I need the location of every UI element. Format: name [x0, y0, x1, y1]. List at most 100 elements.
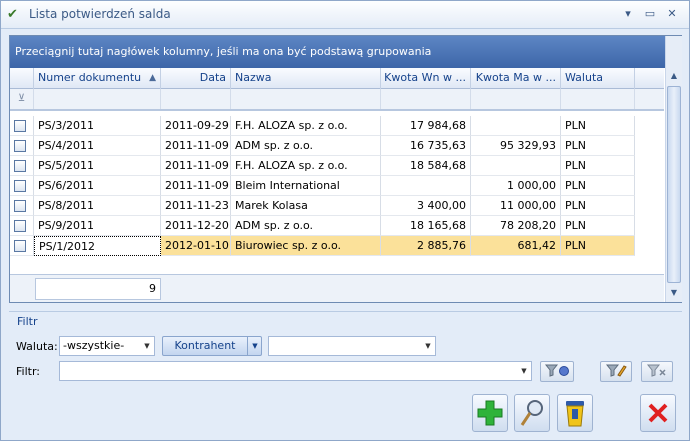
delete-button[interactable]: [557, 394, 593, 432]
filter-cell-data[interactable]: [161, 89, 231, 109]
auto-filter-row: ⊻: [10, 89, 664, 111]
header-kwota-ma[interactable]: Kwota Ma w ...: [471, 68, 561, 89]
waluta-select[interactable]: -wszystkie- ▼: [59, 336, 155, 356]
filter-apply-button[interactable]: [540, 361, 574, 382]
group-by-panel[interactable]: Przeciągnij tutaj nagłówek kolumny, jeśl…: [10, 36, 681, 68]
cell-kwota-ma: [471, 156, 561, 176]
table-row[interactable]: PS/6/2011 2011-11-09 Bleim International…: [10, 176, 664, 196]
preview-button[interactable]: [514, 394, 550, 432]
cell-nazwa: F.H. ALOZA sp. z o.o.: [231, 116, 381, 136]
documents-grid: Przeciągnij tutaj nagłówek kolumny, jeśl…: [9, 35, 682, 303]
waluta-value: -wszystkie-: [63, 339, 125, 352]
cell-data: 2011-11-09: [161, 156, 231, 176]
cell-data: 2011-11-23: [161, 196, 231, 216]
row-checkbox[interactable]: [14, 220, 26, 232]
header-numer-dokumentu[interactable]: Numer dokumentu ▲: [34, 68, 161, 89]
header-data[interactable]: Data: [161, 68, 231, 89]
table-row[interactable]: PS/9/2011 2011-12-20 ADM sp. z o.o. 18 1…: [10, 216, 664, 236]
cell-numer: PS/9/2011: [34, 216, 161, 236]
cell-kwota-wn: 2 885,76: [381, 236, 471, 256]
cell-data: 2011-11-09: [161, 136, 231, 156]
close-button[interactable]: ✕: [663, 6, 681, 22]
close-dialog-button[interactable]: [640, 394, 676, 432]
filtr-label: Filtr:: [16, 365, 40, 378]
cell-kwota-ma: [471, 116, 561, 136]
row-select-cell[interactable]: [10, 116, 34, 136]
row-select-cell[interactable]: [10, 136, 34, 156]
row-checkbox[interactable]: [14, 160, 26, 172]
header-select-column[interactable]: [10, 68, 34, 89]
header-label: Waluta: [565, 71, 603, 84]
waluta-label: Waluta:: [16, 340, 58, 353]
cell-nazwa: F.H. ALOZA sp. z o.o.: [231, 156, 381, 176]
row-checkbox[interactable]: [14, 120, 26, 132]
table-row[interactable]: PS/8/2011 2011-11-23 Marek Kolasa 3 400,…: [10, 196, 664, 216]
row-checkbox[interactable]: [14, 200, 26, 212]
header-label: Nazwa: [235, 71, 272, 84]
header-label: Numer dokumentu: [38, 71, 142, 84]
scroll-down-icon[interactable]: ▼: [667, 285, 681, 301]
row-checkbox[interactable]: [14, 240, 26, 252]
table-row[interactable]: PS/4/2011 2011-11-09 ADM sp. z o.o. 16 7…: [10, 136, 664, 156]
maximize-button[interactable]: ▭: [641, 6, 659, 22]
filter-legend: Filtr: [17, 315, 38, 328]
table-row[interactable]: PS/3/2011 2011-09-29 F.H. ALOZA sp. z o.…: [10, 116, 664, 136]
red-x-icon: [648, 403, 668, 423]
scroll-thumb[interactable]: [667, 86, 681, 283]
cell-kwota-wn: 16 735,63: [381, 136, 471, 156]
filter-cell-nazwa[interactable]: [231, 89, 381, 109]
vertical-scrollbar[interactable]: ▲ ▼: [665, 36, 682, 302]
plus-icon: [477, 400, 503, 426]
table-row-selected[interactable]: PS/1/2012 2012-01-10 Biurowiec sp. z o.o…: [10, 236, 664, 256]
kontrahent-select[interactable]: ▼: [268, 336, 436, 356]
cell-data: 2011-11-09: [161, 176, 231, 196]
chevron-down-icon: ▼: [425, 342, 431, 350]
header-waluta[interactable]: Waluta: [561, 68, 635, 89]
cell-kwota-wn: 3 400,00: [381, 196, 471, 216]
add-button[interactable]: [472, 394, 508, 432]
scroll-up-icon[interactable]: ▲: [667, 68, 681, 84]
grid-header: Numer dokumentu ▲ Data Nazwa Kwota Wn w .…: [10, 68, 664, 89]
row-select-cell[interactable]: [10, 216, 34, 236]
dropdown-icon[interactable]: ▾: [619, 6, 637, 22]
cell-nazwa: ADM sp. z o.o.: [231, 216, 381, 236]
kontrahent-button[interactable]: Kontrahent ▼: [162, 336, 262, 356]
split-divider: [247, 337, 248, 355]
cell-waluta: PLN: [561, 156, 635, 176]
filter-cell-numer[interactable]: [34, 89, 161, 109]
row-select-cell[interactable]: [10, 196, 34, 216]
cell-kwota-ma: 1 000,00: [471, 176, 561, 196]
header-label: Kwota Ma w ...: [475, 71, 556, 84]
cell-kwota-wn: 18 165,68: [381, 216, 471, 236]
table-row[interactable]: PS/5/2011 2011-11-09 F.H. ALOZA sp. z o.…: [10, 156, 664, 176]
chevron-down-icon[interactable]: ▼: [249, 337, 261, 355]
title-bar: ✔ Lista potwierdzeń salda ▾ ▭ ✕: [1, 1, 689, 29]
row-select-cell[interactable]: [10, 176, 34, 196]
funnel-icon: [544, 364, 569, 377]
cell-kwota-ma: 681,42: [471, 236, 561, 256]
cell-kwota-wn: [381, 176, 471, 196]
row-select-cell[interactable]: [10, 156, 34, 176]
filter-builder-button[interactable]: [600, 361, 632, 382]
cell-waluta: PLN: [561, 236, 635, 256]
filter-cell-waluta[interactable]: [561, 89, 635, 109]
cell-waluta: PLN: [561, 196, 635, 216]
row-select-cell[interactable]: [10, 236, 34, 256]
cell-kwota-wn: 17 984,68: [381, 116, 471, 136]
cell-nazwa: Biurowiec sp. z o.o.: [231, 236, 381, 256]
filter-cell-ma[interactable]: [471, 89, 561, 109]
filtr-input[interactable]: ▼: [59, 361, 532, 381]
row-checkbox[interactable]: [14, 140, 26, 152]
window-title: Lista potwierdzeń salda: [29, 7, 171, 21]
row-checkbox[interactable]: [14, 180, 26, 192]
header-nazwa[interactable]: Nazwa: [231, 68, 381, 89]
filter-clear-button[interactable]: [641, 361, 673, 382]
record-count: 9: [35, 278, 161, 300]
cell-kwota-ma: 95 329,93: [471, 136, 561, 156]
cell-numer: PS/3/2011: [34, 116, 161, 136]
cell-numer: PS/1/2012: [34, 236, 161, 256]
header-label: Data: [199, 71, 226, 84]
filter-cell-wn[interactable]: [381, 89, 471, 109]
header-kwota-wn[interactable]: Kwota Wn w ...: [381, 68, 471, 89]
cell-waluta: PLN: [561, 176, 635, 196]
